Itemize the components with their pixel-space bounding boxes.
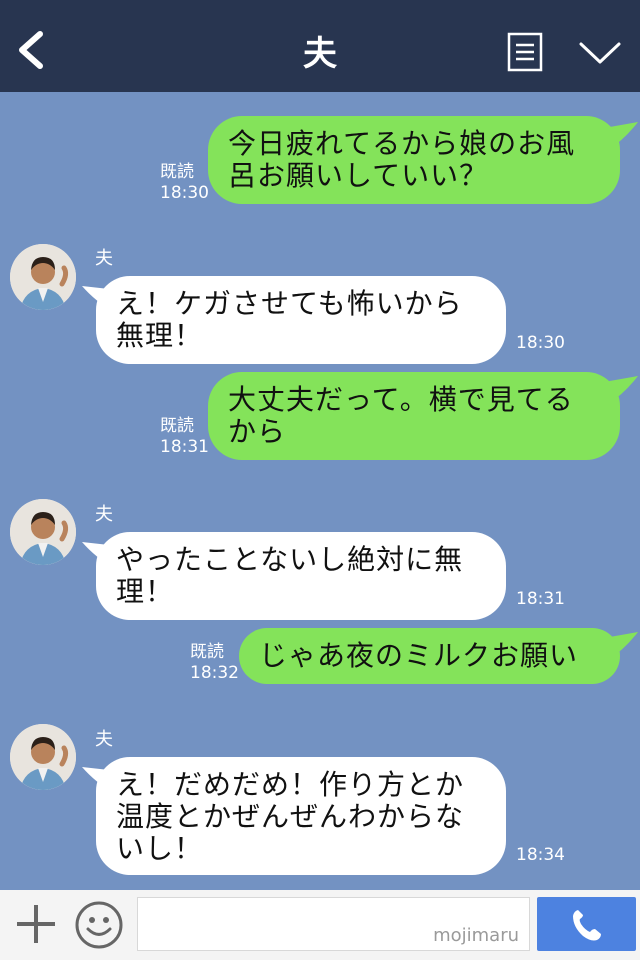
- my-message-bubble[interactable]: じゃあ夜のミルクお願い: [239, 628, 620, 684]
- message-time: 18:34: [516, 845, 565, 865]
- message-meta: 既読 18:31: [160, 416, 209, 458]
- read-status: 既読: [160, 416, 194, 436]
- my-message-bubble[interactable]: 大丈夫だって。横で見てる から: [208, 372, 620, 460]
- message-line: 無理！: [116, 319, 204, 352]
- message-time: 18:31: [160, 437, 209, 457]
- read-status: 既読: [160, 162, 194, 182]
- avatar-man-icon: [10, 244, 76, 310]
- message-meta: 既読 18:32: [190, 642, 239, 684]
- message-line: 呂お願いしていい？: [228, 159, 489, 192]
- message-line: 今日疲れてるから娘のお風: [228, 127, 576, 160]
- watermark: mojimaru: [433, 925, 519, 946]
- message-time: 18:32: [190, 663, 239, 683]
- smiley-icon[interactable]: [74, 900, 124, 950]
- avatar[interactable]: [10, 244, 76, 310]
- message-line: じゃあ夜のミルクお願い: [259, 639, 579, 672]
- message-line: 温度とかぜんぜんわからな: [116, 800, 465, 833]
- message-time: 18:30: [516, 333, 565, 353]
- message-input[interactable]: mojimaru: [137, 897, 530, 951]
- phone-icon: [573, 910, 601, 941]
- send-button[interactable]: [537, 897, 636, 951]
- menu-list-icon[interactable]: [507, 32, 543, 72]
- message-line: え！ケガさせても怖いから: [116, 287, 463, 320]
- chat-area[interactable]: 既読 18:30 今日疲れてるから娘のお風 呂お願いしていい？ 夫 え！ケガさせ…: [0, 92, 640, 890]
- read-status: 既読: [190, 642, 224, 662]
- chat-title: 夫: [303, 34, 337, 74]
- avatar-man-icon: [10, 499, 76, 565]
- message-line: 大丈夫だって。横で見てる: [228, 383, 574, 416]
- avatar-man-icon: [10, 724, 76, 790]
- plus-icon[interactable]: [14, 902, 58, 946]
- my-message-bubble[interactable]: 今日疲れてるから娘のお風 呂お願いしていい？: [208, 116, 620, 204]
- message-line: え！だめだめ！作り方とか: [116, 768, 465, 801]
- message-time: 18:30: [160, 183, 209, 203]
- sender-name: 夫: [95, 729, 113, 750]
- sender-name: 夫: [95, 504, 113, 525]
- avatar[interactable]: [10, 499, 76, 565]
- message-time: 18:31: [516, 589, 565, 609]
- chat-header: 夫: [0, 0, 640, 92]
- sender-name: 夫: [95, 248, 113, 269]
- message-line: から: [228, 415, 287, 448]
- message-line: 理！: [116, 575, 175, 608]
- message-meta: 既読 18:30: [160, 162, 209, 204]
- back-arrow-icon[interactable]: [14, 30, 50, 70]
- message-line: やったことないし絶対に無: [116, 543, 464, 576]
- message-line: いし！: [116, 832, 204, 865]
- chevron-down-icon[interactable]: [578, 38, 622, 68]
- chat-title-row: 夫: [0, 26, 640, 75]
- their-message-bubble[interactable]: え！だめだめ！作り方とか 温度とかぜんぜんわからな いし！: [96, 757, 506, 875]
- avatar[interactable]: [10, 724, 76, 790]
- their-message-bubble[interactable]: やったことないし絶対に無 理！: [96, 532, 506, 620]
- their-message-bubble[interactable]: え！ケガさせても怖いから 無理！: [96, 276, 506, 364]
